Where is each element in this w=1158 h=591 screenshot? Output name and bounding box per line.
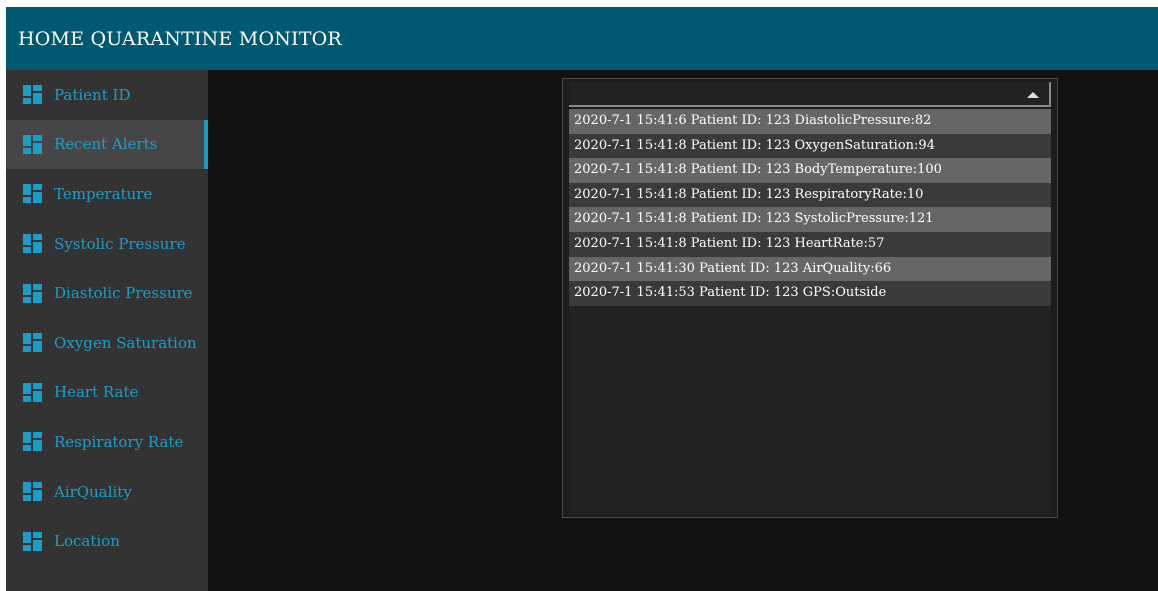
sidebar-item-temperature[interactable]: Temperature bbox=[6, 169, 208, 219]
list-item[interactable]: 2020-7-1 15:41:8 Patient ID: 123 Respira… bbox=[569, 182, 1051, 208]
sidebar-item-label: Respiratory Rate bbox=[54, 432, 184, 451]
dashboard-tiles-icon bbox=[23, 333, 42, 353]
dashboard-tiles-icon bbox=[23, 531, 42, 551]
sidebar: Patient ID Recent Alerts Temperature Sys… bbox=[6, 70, 208, 591]
sidebar-item-respiratory-rate[interactable]: Respiratory Rate bbox=[6, 417, 208, 467]
sidebar-item-label: AirQuality bbox=[54, 482, 132, 501]
sidebar-item-oxygen-saturation[interactable]: Oxygen Saturation bbox=[6, 318, 208, 368]
sidebar-item-label: Heart Rate bbox=[54, 383, 139, 402]
sidebar-item-label: Diastolic Pressure bbox=[54, 284, 193, 303]
dashboard-tiles-icon bbox=[23, 382, 42, 402]
list-item[interactable]: 2020-7-1 15:41:30 Patient ID: 123 AirQua… bbox=[569, 256, 1051, 282]
sidebar-item-label: Recent Alerts bbox=[54, 135, 158, 154]
list-item[interactable]: 2020-7-1 15:41:8 Patient ID: 123 HeartRa… bbox=[569, 231, 1051, 257]
sidebar-item-label: Patient ID bbox=[54, 85, 131, 104]
app-title: HOME QUARANTINE MONITOR bbox=[18, 27, 342, 50]
alerts-dropdown[interactable] bbox=[569, 82, 1051, 107]
sidebar-item-airquality[interactable]: AirQuality bbox=[6, 467, 208, 517]
sidebar-item-systolic-pressure[interactable]: Systolic Pressure bbox=[6, 219, 208, 269]
sidebar-item-recent-alerts[interactable]: Recent Alerts bbox=[6, 119, 208, 170]
list-item[interactable]: 2020-7-1 15:41:53 Patient ID: 123 GPS:Ou… bbox=[569, 281, 1051, 306]
list-item[interactable]: 2020-7-1 15:41:8 Patient ID: 123 OxygenS… bbox=[569, 133, 1051, 159]
sidebar-item-label: Systolic Pressure bbox=[54, 234, 186, 253]
sidebar-item-patient-id[interactable]: Patient ID bbox=[6, 70, 208, 120]
list-item[interactable]: 2020-7-1 15:41:6 Patient ID: 123 Diastol… bbox=[569, 109, 1051, 134]
alerts-panel: 2020-7-1 15:41:6 Patient ID: 123 Diastol… bbox=[562, 78, 1058, 518]
dashboard-tiles-icon bbox=[23, 184, 42, 204]
sidebar-item-diastolic-pressure[interactable]: Diastolic Pressure bbox=[6, 268, 208, 318]
alerts-list[interactable]: 2020-7-1 15:41:6 Patient ID: 123 Diastol… bbox=[569, 109, 1051, 515]
dashboard-tiles-icon bbox=[23, 432, 42, 452]
list-item[interactable]: 2020-7-1 15:41:8 Patient ID: 123 Systoli… bbox=[569, 207, 1051, 232]
dashboard-tiles-icon bbox=[23, 134, 42, 154]
app-window: HOME QUARANTINE MONITOR Patient ID Recen… bbox=[6, 7, 1158, 591]
caret-up-icon[interactable] bbox=[1027, 92, 1039, 98]
sidebar-item-location[interactable]: Location bbox=[6, 516, 208, 566]
sidebar-item-label: Location bbox=[54, 532, 120, 551]
dashboard-tiles-icon bbox=[23, 85, 42, 105]
list-item[interactable]: 2020-7-1 15:41:8 Patient ID: 123 BodyTem… bbox=[569, 158, 1051, 183]
dashboard-tiles-icon bbox=[23, 482, 42, 502]
sidebar-item-heart-rate[interactable]: Heart Rate bbox=[6, 368, 208, 418]
sidebar-item-label: Oxygen Saturation bbox=[54, 333, 197, 352]
dashboard-tiles-icon bbox=[23, 234, 42, 254]
header-bar: HOME QUARANTINE MONITOR bbox=[6, 7, 1158, 70]
dashboard-tiles-icon bbox=[23, 283, 42, 303]
sidebar-item-label: Temperature bbox=[54, 184, 153, 203]
